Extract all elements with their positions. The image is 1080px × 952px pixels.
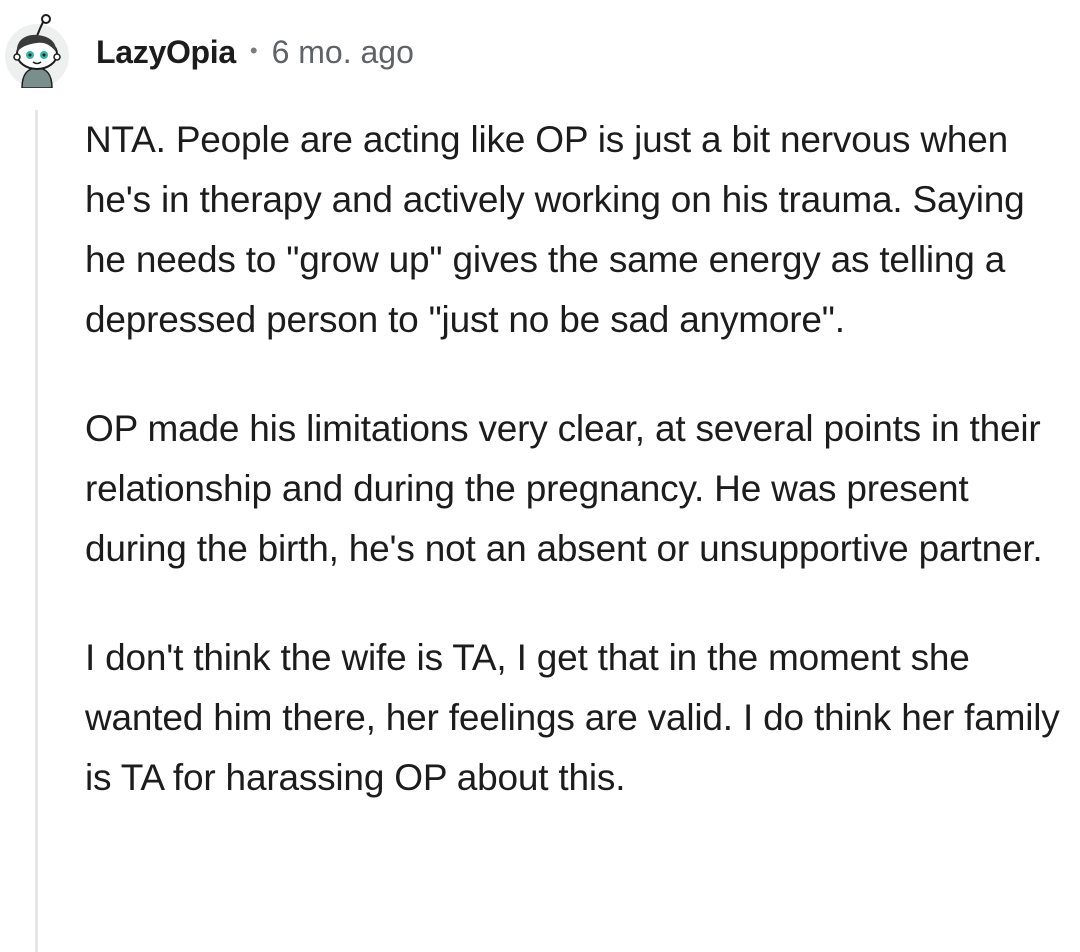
comment-paragraph: NTA. People are acting like OP is just a… <box>85 119 1025 340</box>
comment-paragraph: OP made his limitations very clear, at s… <box>85 408 1043 569</box>
comment: LazyOpia • 6 mo. ago NTA. People are act… <box>0 0 1080 952</box>
reddit-snoo-avatar-icon[interactable] <box>4 14 70 88</box>
comment-timestamp[interactable]: 6 mo. ago <box>272 34 414 71</box>
thread-collapse-line[interactable] <box>35 110 38 952</box>
author-username[interactable]: LazyOpia <box>96 34 236 71</box>
comment-meta: LazyOpia • 6 mo. ago <box>96 34 414 71</box>
comment-body: NTA. People are acting like OP is just a… <box>85 110 1075 857</box>
comment-paragraph: I don't think the wife is TA, I get that… <box>85 637 1060 798</box>
meta-separator: • <box>249 37 258 63</box>
